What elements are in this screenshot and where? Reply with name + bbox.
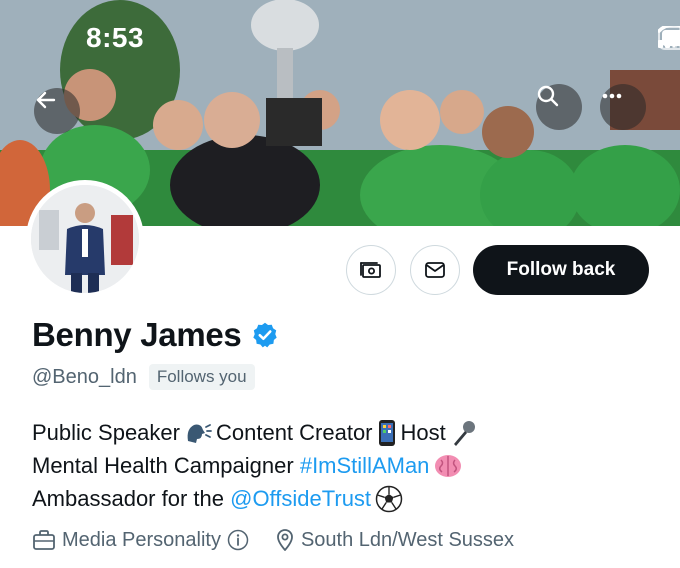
mention-link[interactable]: @OffsideTrust	[230, 482, 371, 515]
profile-meta-row: Media Personality South Ldn/West Sussex	[32, 528, 514, 552]
message-button[interactable]	[410, 245, 460, 295]
profile-handle: @Beno_ldn	[32, 365, 137, 388]
bio-text-campaigner: Mental Health Campaigner	[32, 453, 294, 478]
profile-name: Benny James	[32, 316, 242, 353]
search-button[interactable]	[536, 84, 582, 130]
envelope-icon	[425, 262, 445, 278]
microphone-emoji-icon	[450, 419, 478, 447]
follows-you-badge: Follows you	[148, 364, 255, 390]
bio-text-ambassador: Ambassador for the	[32, 486, 224, 511]
profile-name-row: Benny James	[32, 316, 279, 354]
speaking-head-emoji-icon	[184, 421, 212, 445]
avatar-photo	[31, 185, 139, 293]
soccer-ball-emoji-icon	[375, 485, 403, 513]
follow-back-button[interactable]: Follow back	[473, 245, 649, 295]
money-icon	[360, 262, 381, 278]
mobile-phone-emoji-icon	[377, 419, 397, 447]
avatar[interactable]	[26, 180, 144, 298]
info-icon[interactable]	[227, 529, 249, 551]
battery-icon	[658, 26, 680, 50]
tip-button[interactable]	[346, 245, 396, 295]
verified-badge-icon[interactable]	[251, 321, 279, 349]
brain-emoji-icon	[433, 453, 463, 479]
profile-location: South Ldn/West Sussex	[300, 528, 515, 551]
more-button[interactable]	[600, 84, 646, 130]
profile-category: Media Personality	[62, 528, 221, 551]
briefcase-icon	[33, 530, 55, 550]
status-time: 8:53	[86, 22, 145, 53]
handle-row: @Beno_ldn Follows you	[32, 364, 255, 390]
arrow-left-icon	[36, 91, 56, 109]
category-item: Media Personality	[32, 529, 249, 552]
location-pin-icon	[277, 529, 293, 551]
bio-text-host: Host	[400, 420, 446, 445]
bio-text-creator: Content Creator	[215, 420, 373, 445]
bio-line-2: Mental Health Campaigner #ImStillAMan	[32, 449, 482, 482]
search-icon	[537, 85, 559, 107]
more-horizontal-icon	[602, 93, 622, 99]
location-item: South Ldn/West Sussex	[275, 528, 514, 552]
profile-bio: Public Speaker Content Creator Host Ment…	[32, 416, 482, 515]
back-button[interactable]	[34, 88, 80, 134]
bio-text-speaker: Public Speaker	[32, 420, 180, 445]
bio-line-3: Ambassador for the @OffsideTrust	[32, 482, 482, 515]
bio-line-1: Public Speaker Content Creator Host	[32, 416, 482, 449]
hashtag-link[interactable]: #ImStillAMan	[300, 449, 430, 482]
